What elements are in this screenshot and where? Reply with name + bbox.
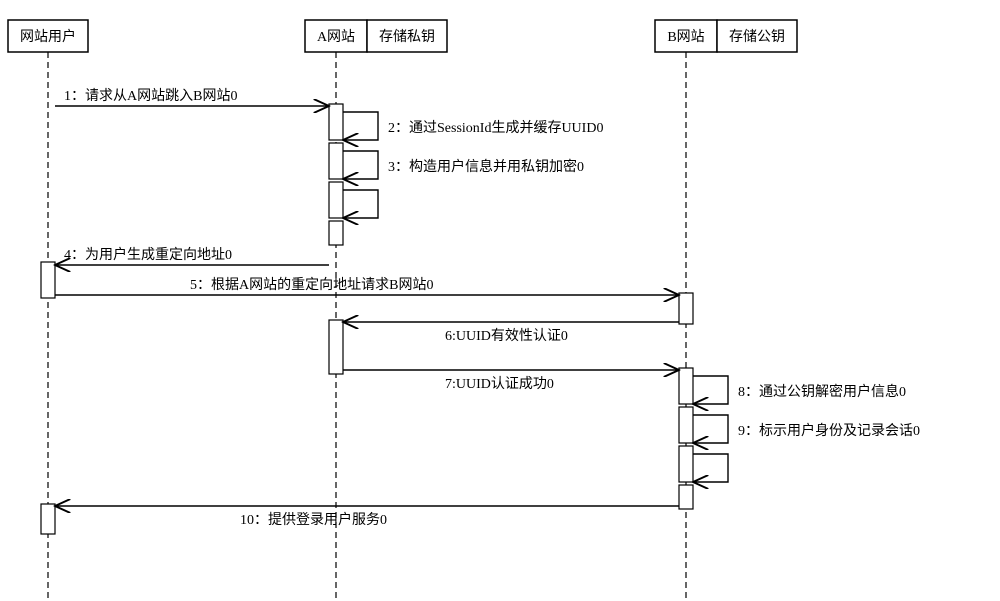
message-label: 2：通过SessionId生成并缓存UUID0 [388,120,603,136]
participant-key-a: 存储私钥 [367,20,447,52]
activation [41,262,55,298]
message-arrow [693,376,728,404]
message-label: 7:UUID认证成功0 [445,376,554,392]
activation [679,407,693,443]
message-label: 6:UUID有效性认证0 [445,328,568,344]
message-arrow [343,112,378,140]
activation [329,143,343,179]
message-label: 4：为用户生成重定向地址0 [64,246,232,263]
message-arrow [693,454,728,482]
message-arrow [343,151,378,179]
message-label: 5：根据A网站的重定向地址请求B网站0 [190,277,433,293]
participant-key-b: 存储公钥 [717,20,797,52]
participant-label: B网站 [667,29,704,45]
message-arrow [343,190,378,218]
participant-label: 存储私钥 [379,29,435,45]
message-label: 8：通过公钥解密用户信息0 [738,383,906,400]
participant-label: 网站用户 [20,28,76,45]
sequence-diagram: 网站用户 A网站 存储私钥 B网站 存储公钥 1：请求从A网站跳入B网站0 2：… [0,0,1000,601]
message-label: 3：构造用户信息并用私钥加密0 [388,158,584,175]
activation [329,221,343,245]
activation [329,320,343,374]
activation [329,182,343,218]
activation [679,446,693,482]
activation [679,368,693,404]
message-label: 10：提供登录用户服务0 [240,511,387,528]
participant-label: A网站 [317,29,355,45]
participant-label: 存储公钥 [729,29,785,45]
activation [329,104,343,140]
activation [41,504,55,534]
activation [679,293,693,324]
activation [679,485,693,509]
message-arrow [693,415,728,443]
message-label: 9：标示用户身份及记录会话0 [738,422,920,439]
message-label: 1：请求从A网站跳入B网站0 [64,88,237,104]
